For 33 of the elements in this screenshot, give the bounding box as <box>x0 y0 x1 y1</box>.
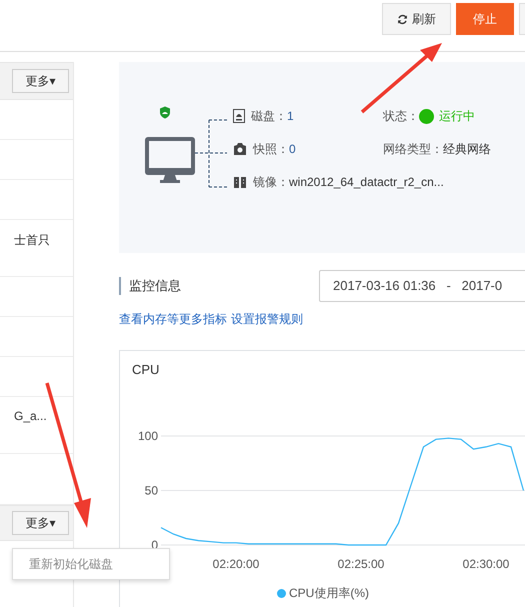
network-value: 经典网络 <box>443 140 491 158</box>
link[interactable]: 设置报警规则 <box>231 311 303 328</box>
date-range-field[interactable]: 2017-03-16 01:36 - 2017-0 <box>319 270 525 302</box>
more-button[interactable]: 更多▾ <box>12 511 69 535</box>
x-tick-label: 02:20:00 <box>212 557 260 571</box>
detail-value: 0 <box>289 142 296 156</box>
monitor-icon <box>145 137 195 183</box>
image-stack-icon <box>233 176 247 188</box>
x-tick-label: 02:30:00 <box>462 557 510 571</box>
row-text: 士首只 <box>13 232 50 249</box>
refresh-icon <box>397 14 408 24</box>
x-tick-label: 02:25:00 <box>338 557 384 571</box>
legend-label: CPU使用率(%) <box>289 585 369 602</box>
menu-item[interactable]: 重新初始化磁盘 <box>13 549 169 579</box>
refresh-button[interactable]: 刷新 <box>382 3 451 35</box>
row-text: G_a... <box>13 409 47 423</box>
status-value: 运行中 <box>439 108 475 124</box>
section-title: 监控信息 <box>119 277 319 295</box>
more-button[interactable]: 更多▾ <box>12 69 69 93</box>
status-label: 状态： <box>383 108 419 124</box>
legend-dot <box>277 589 286 598</box>
network-label: 网络类型： <box>383 140 443 158</box>
detail-value: win2012_64_datactr_r2_cn... <box>289 175 444 189</box>
detail-value: 1 <box>287 109 294 123</box>
chart-title: CPU <box>131 362 160 379</box>
link[interactable]: 查看内存等更多指标 <box>119 311 227 328</box>
detail-label: 快照： <box>253 140 289 158</box>
camera-icon <box>233 142 247 156</box>
detail-label: 磁盘： <box>251 108 287 124</box>
y-tick-label: 100 <box>138 429 158 443</box>
detail-label: 镜像： <box>253 174 289 190</box>
shield-icon <box>158 106 170 119</box>
y-tick-label: 50 <box>144 484 158 498</box>
